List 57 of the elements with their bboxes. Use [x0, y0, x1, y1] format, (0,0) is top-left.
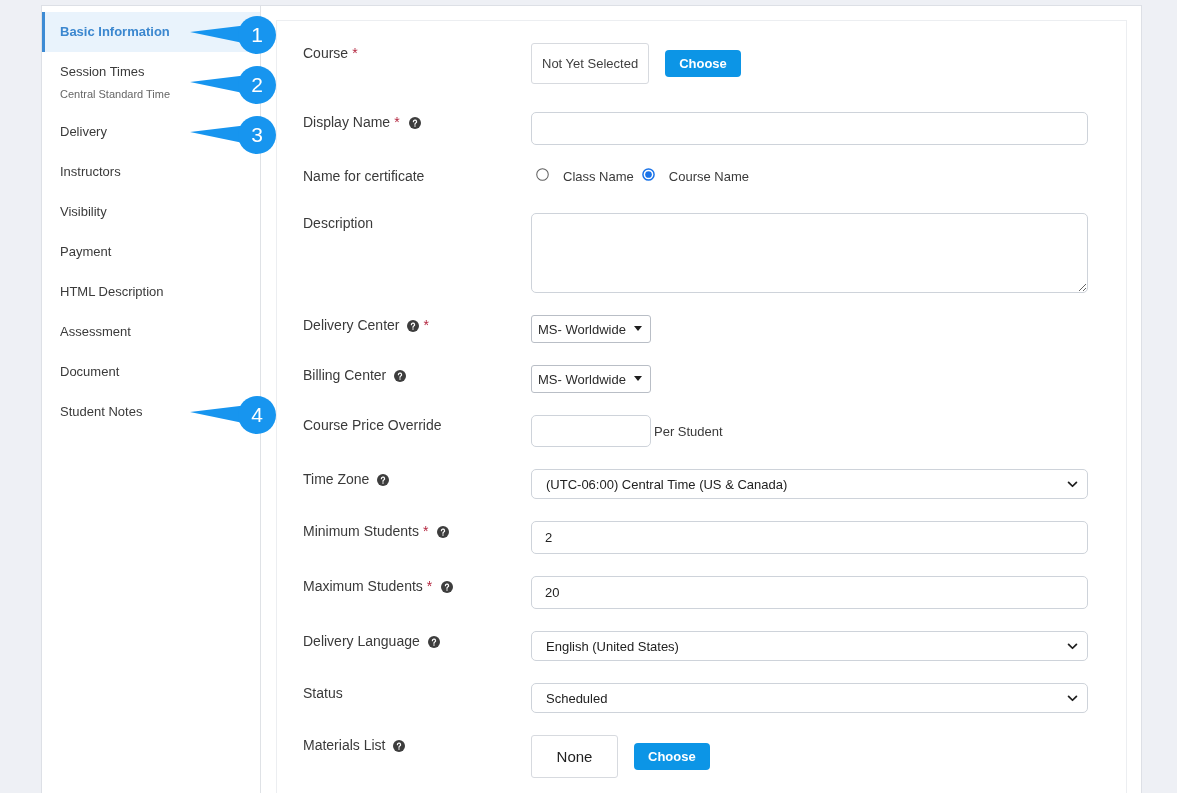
help-icon[interactable] — [394, 370, 407, 382]
selection-display: None — [531, 735, 618, 778]
help-icon[interactable] — [377, 474, 390, 486]
radio-label[interactable]: Class Name — [563, 168, 634, 184]
field-label: Display Name — [303, 113, 391, 131]
field-label: Delivery Center — [303, 316, 400, 334]
sidebar-item[interactable]: Assessment — [42, 312, 135, 352]
caret-icon — [633, 325, 642, 331]
field-label: Time Zone — [303, 470, 370, 488]
sidebar-item[interactable]: Session Times Central Standard Time — [42, 52, 175, 112]
sidebar-item[interactable]: Document — [42, 352, 124, 392]
select-field[interactable]: Scheduled — [531, 683, 1088, 713]
required-asterisk: * — [394, 113, 400, 131]
sidebar-item[interactable]: Payment — [42, 232, 116, 272]
select-field[interactable]: English (United States) — [531, 631, 1088, 661]
sidebar-item-caption: Central Standard Time — [60, 87, 171, 101]
dropdown[interactable]: MS- Worldwide — [531, 315, 651, 343]
sidebar-item[interactable]: HTML Description — [42, 272, 168, 312]
text-input[interactable]: 20 — [531, 576, 1088, 609]
price-input[interactable] — [531, 415, 651, 447]
chevron-down-icon — [1067, 480, 1078, 488]
text-input[interactable] — [531, 112, 1088, 145]
help-icon[interactable] — [437, 526, 450, 538]
field-label: Name for certificate — [303, 167, 425, 185]
required-asterisk: * — [352, 44, 358, 62]
sidebar-item[interactable]: Student Notes — [42, 392, 147, 432]
sidebar-item[interactable]: Instructors — [42, 152, 125, 192]
field-label: Course — [303, 44, 349, 62]
chevron-down-icon — [1067, 642, 1078, 650]
selection-display: Not Yet Selected — [531, 43, 650, 84]
help-icon[interactable] — [441, 581, 454, 593]
field-label: Course Price Override — [303, 416, 442, 434]
field-label: Minimum Students — [303, 522, 419, 540]
radio-button[interactable] — [641, 168, 655, 181]
help-icon[interactable] — [408, 117, 421, 129]
caret-icon — [633, 375, 642, 381]
field-label: Description — [303, 214, 374, 232]
help-icon[interactable] — [427, 636, 440, 648]
field-label: Delivery Language — [303, 632, 420, 650]
help-icon[interactable] — [407, 320, 420, 332]
sidebar-item[interactable]: Visibility — [42, 192, 111, 232]
sidebar-item[interactable]: Delivery — [42, 112, 111, 152]
chevron-down-icon — [1067, 694, 1078, 702]
field-label: Status — [303, 684, 343, 702]
field-label: Maximum Students — [303, 577, 423, 595]
unit-label: Per Student — [654, 423, 723, 439]
text-input[interactable]: 2 — [531, 521, 1088, 554]
select-field[interactable]: (UTC-06:00) Central Time (US & Canada) — [531, 469, 1088, 499]
radio-label[interactable]: Course Name — [668, 168, 749, 184]
required-asterisk: * — [422, 522, 429, 540]
field-label: Materials List — [303, 736, 386, 754]
required-asterisk: * — [426, 577, 433, 595]
help-icon[interactable] — [393, 740, 406, 752]
field-label: Billing Center — [303, 366, 387, 384]
required-asterisk: * — [423, 316, 429, 334]
dropdown[interactable]: MS- Worldwide — [531, 365, 651, 393]
radio-button[interactable] — [536, 168, 549, 181]
